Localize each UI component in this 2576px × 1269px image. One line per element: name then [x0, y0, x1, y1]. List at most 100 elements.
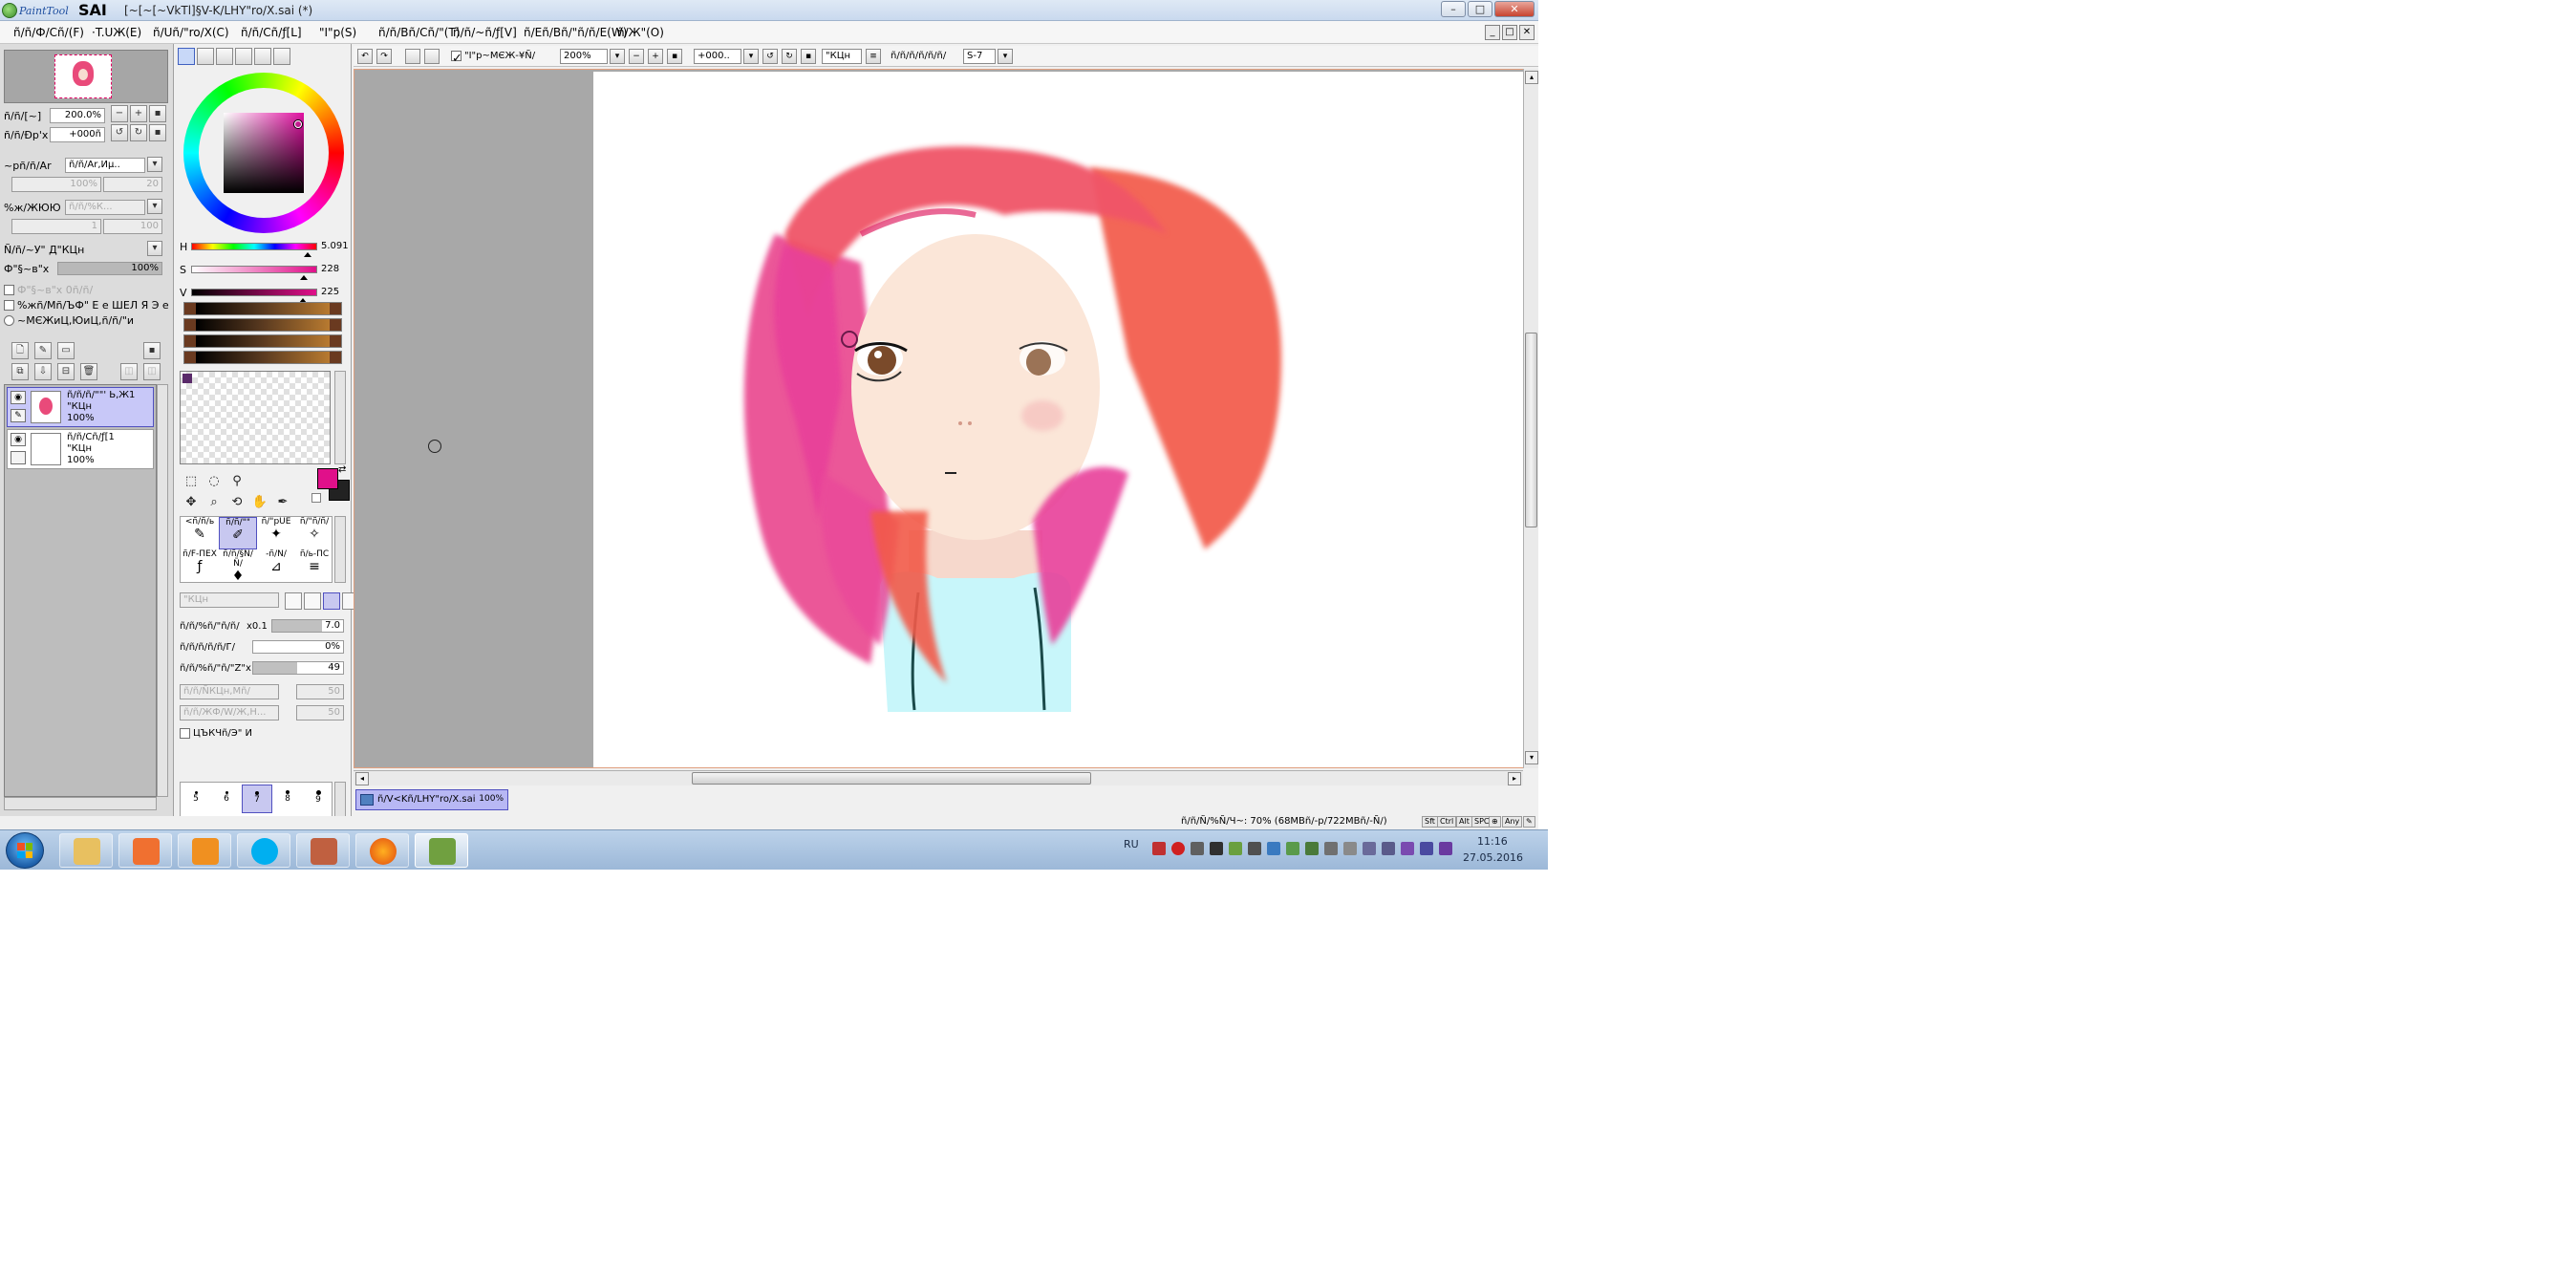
- brush-tool-airbrush[interactable]: ñ/"pUE ✦: [257, 517, 295, 549]
- opacity-slider[interactable]: 100%: [57, 262, 162, 275]
- brush-grid-scrollbar[interactable]: [334, 516, 346, 583]
- scroll-down-icon[interactable]: ▾: [1525, 751, 1538, 764]
- menu-layer[interactable]: ñ/ñ/Сñ/ƒ[L]: [241, 26, 302, 39]
- taskbar-app-tiles[interactable]: [178, 833, 231, 868]
- saturation-value-square[interactable]: [224, 113, 304, 193]
- shape-round-icon[interactable]: [285, 592, 302, 610]
- canvas-horizontal-scrollbar[interactable]: ◂ ▸: [354, 770, 1523, 785]
- new-linework-layer-icon[interactable]: ✎: [34, 342, 52, 359]
- angle-dropdown-icon[interactable]: ▾: [743, 49, 759, 64]
- tray-icon[interactable]: [1401, 842, 1414, 855]
- advanced-settings-checkbox[interactable]: [180, 728, 190, 739]
- taskbar-app-media-center[interactable]: [118, 833, 172, 868]
- redo-icon[interactable]: ↷: [376, 49, 392, 64]
- lasso-icon[interactable]: ◌: [204, 472, 224, 491]
- move-icon[interactable]: ✥: [182, 493, 201, 512]
- tray-icon[interactable]: [1171, 842, 1185, 855]
- canvas-horizontal-scroll-thumb[interactable]: [692, 772, 1091, 785]
- nav-rotate-right-button[interactable]: ↻: [130, 124, 147, 141]
- scroll-right-icon[interactable]: ▸: [1508, 772, 1521, 785]
- taskbar-app-explorer[interactable]: [59, 833, 113, 868]
- taskbar-app-program[interactable]: [296, 833, 350, 868]
- magic-wand-icon[interactable]: ⚲: [227, 472, 247, 491]
- invert-selection-icon[interactable]: [424, 49, 440, 64]
- taskbar-app-firefox[interactable]: [355, 833, 409, 868]
- nav-zoom-out-button[interactable]: −: [111, 105, 128, 122]
- brush-tool-select-pen[interactable]: -ñ/Ñ/ ⊿: [257, 549, 295, 582]
- tray-icon[interactable]: [1248, 842, 1261, 855]
- menu-edit[interactable]: ·T.UЖ(E): [92, 26, 141, 39]
- advanced-settings-row[interactable]: ЦЪКЧñ/Э" И: [180, 728, 252, 739]
- canvas-angle-field[interactable]: +000..: [694, 49, 741, 64]
- doc-close-button[interactable]: ✕: [1519, 25, 1535, 40]
- eye-icon[interactable]: ◉: [11, 391, 26, 404]
- new-layer-icon[interactable]: 🗋: [11, 342, 29, 359]
- size-multiplier[interactable]: x0.1: [247, 621, 268, 632]
- layer-mask-icon[interactable]: ▪: [143, 342, 161, 359]
- scratchpad-mode-icon[interactable]: [273, 48, 290, 65]
- undo-icon[interactable]: ↶: [357, 49, 373, 64]
- tray-icon[interactable]: [1439, 842, 1452, 855]
- reset-colors-icon[interactable]: [311, 493, 321, 503]
- zoom-out-icon[interactable]: −: [629, 49, 644, 64]
- menu-other[interactable]: ñ/Ж"(O): [617, 26, 664, 39]
- hue-slider[interactable]: [191, 243, 317, 257]
- new-folder-icon[interactable]: ▭: [57, 342, 75, 359]
- clock-date[interactable]: 27.05.2016: [1463, 851, 1523, 864]
- menu-selection[interactable]: "I"p(S): [319, 26, 356, 39]
- brush-tool-eraser[interactable]: ñ/ñ/§Ñ/Ñ/ ♦: [219, 549, 257, 582]
- stabilizer-dropdown-icon[interactable]: ▾: [998, 49, 1013, 64]
- shape-soft-icon[interactable]: [304, 592, 321, 610]
- eye-icon[interactable]: ◉: [11, 433, 26, 446]
- blend-mode-select[interactable]: ñ/ñ/Ar,Иµ..: [65, 158, 145, 173]
- zoom-reset-icon[interactable]: ▪: [667, 49, 682, 64]
- foreground-color[interactable]: [317, 468, 338, 489]
- canvas-zoom-field[interactable]: 200%: [560, 49, 608, 64]
- size-slider[interactable]: 7.0: [271, 619, 344, 633]
- tray-icon[interactable]: [1305, 842, 1319, 855]
- network-icon[interactable]: [1324, 842, 1338, 855]
- hand-icon[interactable]: ✋: [250, 493, 269, 512]
- swatch-area[interactable]: [180, 371, 331, 464]
- gradient-slot[interactable]: [183, 334, 342, 348]
- menu-window[interactable]: ñ/Еñ/Вñ/"ñ/ñ/Е(W): [524, 26, 627, 39]
- checkbox-2[interactable]: [4, 299, 14, 311]
- rgb-slider-mode-icon[interactable]: [197, 48, 214, 65]
- canvas-paper[interactable]: [593, 72, 1526, 767]
- menu-view[interactable]: ñ/ñ/~ñ/ƒ[V]: [453, 26, 517, 39]
- nav-zoom-field[interactable]: 200.0%: [50, 108, 105, 123]
- swatch-scrollbar[interactable]: [334, 371, 346, 464]
- blend-mode-dropdown-icon[interactable]: ▾: [147, 157, 162, 172]
- sv-marker[interactable]: [294, 120, 302, 128]
- minimize-button[interactable]: –: [1441, 1, 1466, 17]
- value-slider[interactable]: [191, 289, 317, 303]
- layer-row[interactable]: ◉ ✎ ñ/ñ/ñ/""' Ь,Ж1 "КЦн 100%: [7, 387, 154, 427]
- rotate-reset-icon[interactable]: ▪: [801, 49, 816, 64]
- eyedropper-icon[interactable]: ✒: [273, 493, 292, 512]
- brush-size-cell[interactable]: 6: [211, 785, 242, 813]
- taskbar-app-skype[interactable]: [237, 833, 290, 868]
- tray-icon[interactable]: [1229, 842, 1242, 855]
- rotate-icon[interactable]: ⟲: [227, 493, 247, 512]
- doc-minimize-button[interactable]: _: [1485, 25, 1500, 40]
- nav-rotate-left-button[interactable]: ↺: [111, 124, 128, 141]
- taskbar-app-paint-tool-sai[interactable]: [415, 833, 468, 868]
- delete-layer-icon[interactable]: 🗑: [80, 363, 97, 380]
- color-wheel[interactable]: [183, 73, 344, 233]
- canvas-blend-field[interactable]: "КЦн: [822, 49, 862, 64]
- rotate-right-icon[interactable]: ↻: [782, 49, 797, 64]
- tray-icon[interactable]: [1363, 842, 1376, 855]
- rect-select-icon[interactable]: ⬚: [182, 472, 201, 491]
- maximize-button[interactable]: □: [1468, 1, 1492, 17]
- tray-icon[interactable]: [1191, 842, 1204, 855]
- menu-canvas[interactable]: ñ/Uñ/"ro/X(C): [153, 26, 229, 39]
- swatches-mode-icon[interactable]: [254, 48, 271, 65]
- document-tab[interactable]: ñ/V<Kñ/LHY"ro/X.sai 100%: [355, 789, 508, 810]
- start-button[interactable]: [6, 832, 44, 869]
- min-size-slider[interactable]: 0%: [252, 640, 344, 654]
- effect-dropdown-icon[interactable]: ▾: [147, 241, 162, 256]
- canvas-vertical-scrollbar[interactable]: ▴ ▾: [1523, 69, 1538, 768]
- mixer-mode-icon[interactable]: [235, 48, 252, 65]
- hue-slider-knob[interactable]: [304, 252, 312, 257]
- saturation-slider[interactable]: [191, 266, 317, 280]
